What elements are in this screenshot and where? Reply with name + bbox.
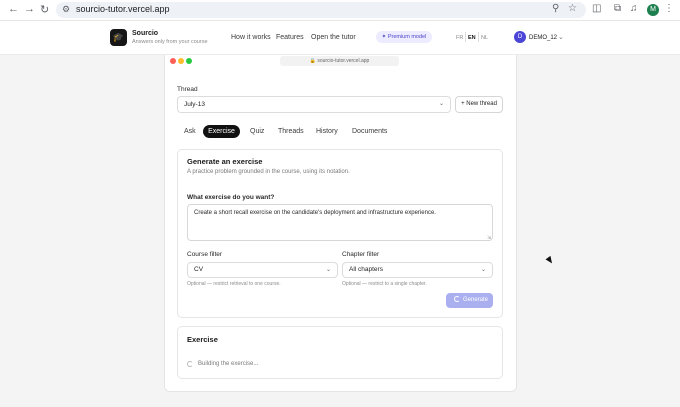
generate-title: Generate an exercise: [187, 157, 263, 166]
window-maximize-dot[interactable]: [186, 58, 192, 64]
exercise-panel: [177, 326, 503, 379]
prompt-label: What exercise do you want?: [187, 194, 275, 201]
address-url: sourcio-tutor.vercel.app: [76, 4, 170, 14]
new-thread-button[interactable]: + New thread: [455, 96, 503, 113]
tab-search-icon[interactable]: ⧉: [614, 3, 621, 14]
chevron-down-icon: ⌄: [438, 101, 444, 107]
chapter-filter-value: All chapters: [349, 266, 383, 273]
exercise-status: Building the exercise...: [198, 361, 259, 367]
course-filter-label: Course filter: [187, 251, 223, 258]
zoom-icon[interactable]: ⚲: [552, 3, 559, 14]
lang-nl[interactable]: NL: [481, 35, 488, 41]
chevron-down-icon: ⌄: [480, 267, 486, 273]
app-header: 🎓 Sourcio Answers only from your course …: [0, 21, 680, 55]
course-filter-value: CV: [194, 266, 204, 273]
lang-divider: [478, 32, 479, 42]
brand-tagline: Answers only from your course: [132, 39, 208, 45]
chapter-filter-hint: Optional — restrict to a single chapter.: [342, 281, 427, 287]
chevron-down-icon: ⌄: [325, 267, 331, 273]
chapter-filter-select[interactable]: All chapters ⌄: [342, 262, 493, 278]
lang-en[interactable]: EN: [468, 35, 476, 41]
nav-features[interactable]: Features: [276, 34, 304, 41]
media-icon[interactable]: ♫: [630, 3, 638, 14]
reload-icon[interactable]: ↻: [40, 3, 49, 16]
browser-menu-icon[interactable]: ⋮: [664, 3, 674, 14]
loading-spinner-icon: [187, 361, 193, 367]
bookmark-star-icon[interactable]: ☆: [568, 3, 577, 14]
nav-how-it-works[interactable]: How it works: [231, 34, 271, 41]
tab-ask[interactable]: Ask: [184, 125, 196, 138]
spinner-icon: [454, 296, 460, 302]
exercise-title: Exercise: [187, 335, 218, 344]
browser-profile-avatar[interactable]: M: [647, 4, 659, 16]
back-icon[interactable]: ←: [8, 3, 19, 15]
window-minimize-dot[interactable]: [178, 58, 184, 64]
site-info-icon[interactable]: ⚙: [62, 4, 70, 15]
user-name[interactable]: DEMO_12: [529, 35, 557, 41]
tab-exercise[interactable]: Exercise: [203, 125, 240, 138]
thread-select[interactable]: July-13 ⌄: [177, 96, 451, 113]
sparkle-icon: ✦: [381, 34, 387, 40]
tab-documents[interactable]: Documents: [352, 125, 387, 138]
course-filter-hint: Optional — restrict retrieval to one cou…: [187, 281, 281, 287]
lang-divider: [465, 32, 466, 42]
window-url: 🔒 sourcio-tutor.vercel.app: [280, 56, 399, 66]
premium-badge-label: Premium model: [387, 34, 427, 40]
address-bar[interactable]: ⚙ sourcio-tutor.vercel.app ⚲ ☆: [56, 2, 586, 18]
nav-open-tutor[interactable]: Open the tutor: [311, 34, 356, 41]
lang-fr[interactable]: FR: [456, 35, 463, 41]
forward-icon[interactable]: →: [24, 3, 35, 15]
logo-icon[interactable]: 🎓: [110, 29, 127, 46]
extensions-icon[interactable]: ◫: [592, 3, 601, 14]
lock-icon: 🔒: [309, 58, 316, 64]
tab-history[interactable]: History: [316, 125, 338, 138]
thread-label: Thread: [177, 86, 198, 93]
generate-button[interactable]: Generate: [446, 293, 493, 308]
user-avatar[interactable]: D: [514, 31, 526, 43]
premium-badge[interactable]: ✦ Premium model: [376, 31, 432, 43]
generate-button-label: Generate: [463, 297, 489, 303]
mouse-cursor-icon: [545, 255, 555, 266]
tab-quiz[interactable]: Quiz: [250, 125, 264, 138]
window-close-dot[interactable]: [170, 58, 176, 64]
thread-select-value: July-13: [184, 101, 205, 108]
course-filter-select[interactable]: CV ⌄: [187, 262, 338, 278]
tab-threads[interactable]: Threads: [278, 125, 304, 138]
chapter-filter-label: Chapter filter: [342, 251, 380, 258]
exercise-prompt-input[interactable]: Create a short recall exercise on the ca…: [187, 204, 493, 241]
generate-subtitle: A practice problem grounded in the cours…: [187, 169, 350, 175]
browser-toolbar: ← → ↻ ⚙ sourcio-tutor.vercel.app ⚲ ☆ ◫ ⧉…: [0, 0, 680, 21]
brand-name[interactable]: Sourcio: [132, 30, 158, 37]
resize-handle-icon[interactable]: ⇲: [487, 235, 491, 241]
chevron-down-icon[interactable]: ⌄: [558, 33, 564, 41]
window-url-text: sourcio-tutor.vercel.app: [317, 58, 370, 64]
